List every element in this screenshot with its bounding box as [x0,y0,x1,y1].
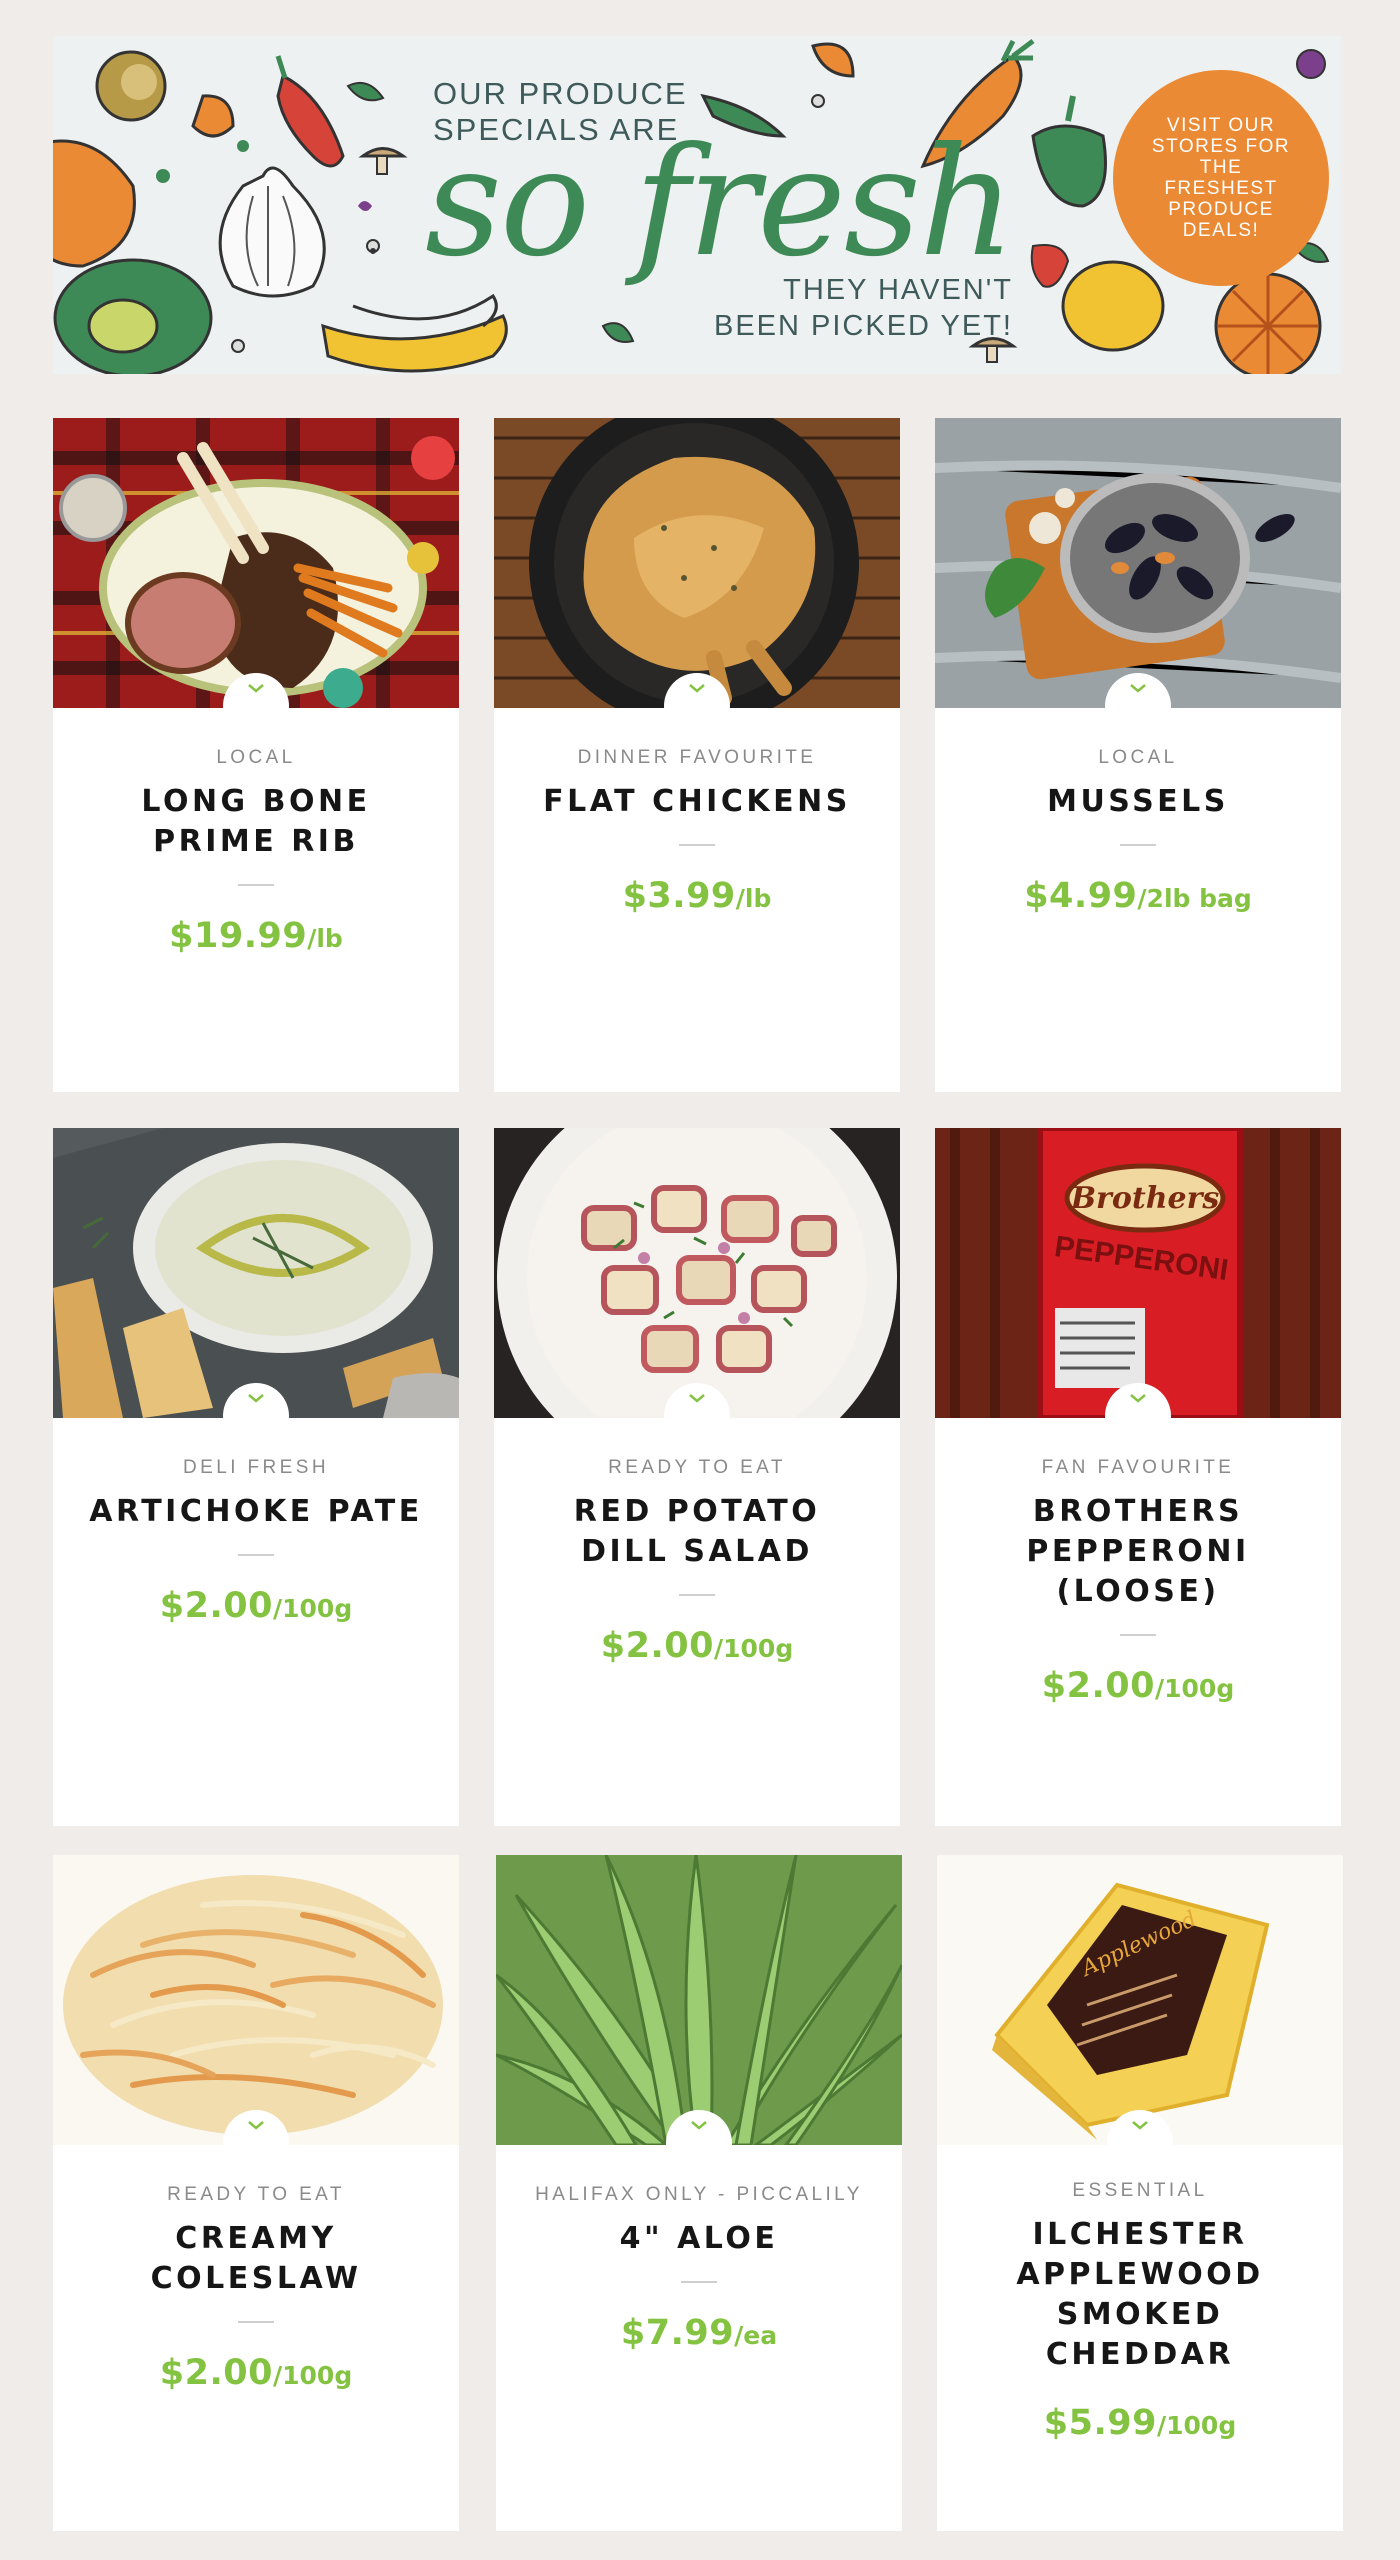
divider [238,2321,274,2323]
product-card-applewood-cheddar[interactable]: Applewood ESSENTIAL ILCHESTER APPLEWOOD … [937,1855,1343,2531]
product-category: LOCAL [216,747,296,768]
visit-stores-badge[interactable]: VISIT OUR STORES FOR THE FRESHEST PRODUC… [1119,76,1323,280]
product-title: ARTICHOKE PATE [89,1494,423,1529]
pepperoni-image: Brothers PEPPERONI [935,1128,1341,1418]
product-title: ILCHESTER APPLEWOOD SMOKED CHEDDAR [1016,2217,1264,2372]
divider [238,1554,274,1556]
coleslaw-image [53,1855,459,2145]
product-card-prime-rib[interactable]: LOCAL LONG BONE PRIME RIB $19.99/lb [53,418,459,1092]
product-card-artichoke-pate[interactable]: DELI FRESH ARTICHOKE PATE $2.00/100g [53,1128,459,1826]
product-title: CREAMY COLESLAW [150,2221,362,2296]
product-title: MUSSELS [1047,784,1229,819]
product-card-mussels[interactable]: LOCAL MUSSELS $4.99/2lb bag [935,418,1341,1092]
product-card-aloe[interactable]: HALIFAX ONLY - PICCALILY 4" ALOE $7.99/e… [496,1855,902,2531]
divider [679,1594,715,1596]
divider [1120,844,1156,846]
promo-banner: OUR PRODUCE SPECIALS ARE so fresh THEY H… [53,36,1341,374]
product-category: ESSENTIAL [1072,2180,1208,2201]
product-title: LONG BONE PRIME RIB [141,784,371,859]
visit-stores-badge-text: VISIT OUR STORES FOR THE FRESHEST PRODUC… [1151,115,1291,241]
product-price: $19.99/lb [169,916,343,956]
banner-tagline-line-2: BEEN PICKED YET! [714,310,1013,342]
product-category: DELI FRESH [183,1457,329,1478]
product-category: DINNER FAVOURITE [577,747,817,768]
divider [238,884,274,886]
product-category: HALIFAX ONLY - PICCALILY [535,2184,863,2205]
pepperoni-brand-text: Brothers [1070,1181,1220,1216]
divider [1120,1634,1156,1636]
product-card-creamy-coleslaw[interactable]: READY TO EAT CREAMY COLESLAW $2.00/100g [53,1855,459,2531]
product-title: BROTHERS PEPPERONI (LOOSE) [1026,1494,1250,1609]
product-price: $2.00/100g [159,2353,353,2393]
product-category: READY TO EAT [167,2184,345,2205]
product-category: LOCAL [1098,747,1178,768]
product-title: RED POTATO DILL SALAD [573,1494,821,1569]
product-title: FLAT CHICKENS [543,784,851,819]
prime-rib-image [53,418,459,708]
divider [679,844,715,846]
banner-intro-line-1: OUR PRODUCE [433,76,688,111]
product-price: $3.99/lb [622,876,772,916]
product-card-flat-chickens[interactable]: DINNER FAVOURITE FLAT CHICKENS $3.99/lb [494,418,900,1092]
cheddar-image: Applewood [937,1855,1343,2145]
product-title: 4" ALOE [619,2221,779,2256]
mussels-image [935,418,1341,708]
banner-tagline-line-1: THEY HAVEN'T [783,274,1013,306]
flat-chicken-image [494,418,900,708]
product-category: FAN FAVOURITE [1041,1457,1235,1478]
banner-headline: so fresh [425,116,1016,290]
product-price: $5.99/100g [1043,2403,1237,2443]
divider [681,2281,717,2283]
product-price: $7.99/ea [620,2313,778,2353]
aloe-image [496,1855,902,2145]
potato-salad-image [494,1128,900,1418]
product-card-brothers-pepperoni[interactable]: Brothers PEPPERONI FAN FAVOURITE BROTHER… [935,1128,1341,1826]
product-price: $4.99/2lb bag [1024,876,1252,916]
product-category: READY TO EAT [608,1457,786,1478]
product-price: $2.00/100g [1041,1666,1235,1706]
banner-tagline: THEY HAVEN'T BEEN PICKED YET! [643,272,1013,344]
product-price: $2.00/100g [159,1586,353,1626]
artichoke-pate-image [53,1128,459,1418]
product-price: $2.00/100g [600,1626,794,1666]
product-card-red-potato-salad[interactable]: READY TO EAT RED POTATO DILL SALAD $2.00… [494,1128,900,1826]
